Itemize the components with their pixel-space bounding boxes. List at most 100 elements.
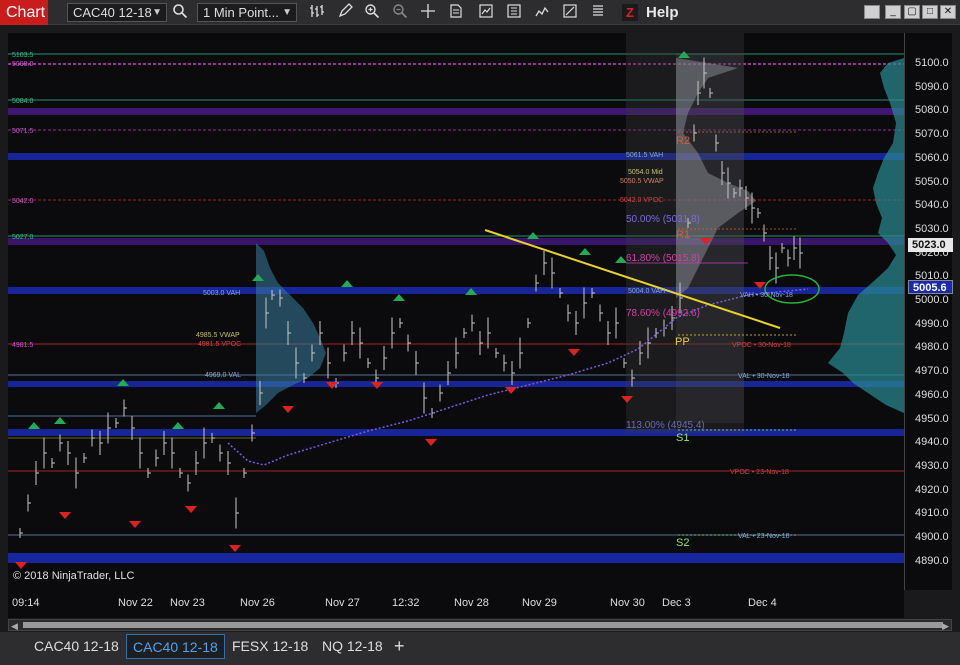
price-tick: 5050.0: [915, 175, 949, 188]
data-box-icon[interactable]: [504, 3, 524, 22]
screenshot-icon[interactable]: [560, 3, 580, 22]
swing-high-marker: [527, 232, 539, 239]
swing-high-marker: [213, 402, 225, 409]
time-tick: 09:14: [12, 597, 40, 609]
time-axis[interactable]: 09:14 Nov 22 Nov 23 Nov 26 Nov 27 12:32 Nov 28…: [8, 590, 904, 618]
time-tick: Nov 28: [454, 597, 489, 609]
zoom-out-icon[interactable]: [390, 3, 410, 22]
search-icon[interactable]: [170, 3, 190, 22]
zoom-in-icon[interactable]: [362, 3, 382, 22]
swing-high-marker: [54, 417, 66, 424]
swing-high-marker: [393, 294, 405, 301]
time-tick: 12:32: [392, 597, 420, 609]
pin-window-icon[interactable]: [864, 5, 880, 19]
swing-low-marker: [185, 506, 197, 513]
chevron-down-icon: ▼: [152, 7, 162, 18]
add-tab-button[interactable]: +: [388, 634, 411, 659]
label-val-23nov: VAL • 23-Nov-18: [738, 533, 790, 540]
price-tick: 4910.0: [915, 507, 949, 520]
band-4893: [8, 553, 904, 563]
last-price-tag: 5023.0: [908, 238, 953, 252]
pivot-s1: S1: [676, 432, 689, 444]
label-val-4969: 4969.0 VAL: [205, 372, 241, 379]
time-tick: Dec 4: [748, 597, 777, 609]
instrument-value: CAC40 12-18: [73, 5, 152, 20]
price-tick: 5090.0: [915, 80, 949, 93]
scroll-left-icon[interactable]: ◀: [11, 621, 18, 632]
minimize-icon[interactable]: _: [885, 5, 901, 19]
band-4945: [8, 429, 904, 436]
time-tick: Nov 23: [170, 597, 205, 609]
time-tick: Nov 26: [240, 597, 275, 609]
chart-scrollbar[interactable]: ◀ ▶: [8, 619, 952, 631]
fib-50: 50.00% (5031.8): [626, 214, 700, 225]
close-icon[interactable]: ✕: [940, 5, 956, 19]
draw-tool-icon[interactable]: [335, 3, 355, 22]
instrument-selector[interactable]: CAC40 12-18 ▼: [67, 3, 167, 22]
fib-786: 78.60% (4992.6): [626, 308, 700, 319]
tab-fesx[interactable]: FESX 12-18: [226, 634, 314, 659]
pivot-r1: R1: [676, 229, 690, 241]
price-tick: 4980.0: [915, 341, 949, 354]
maximize-icon[interactable]: □: [922, 5, 938, 19]
swing-low-marker: [59, 512, 71, 519]
price-tick: 4960.0: [915, 388, 949, 401]
marker-price-tag: 5005.6: [908, 280, 953, 294]
time-tick: Dec 3: [662, 597, 691, 609]
z-logo-icon[interactable]: Z: [622, 4, 638, 21]
help-menu[interactable]: Help: [646, 3, 679, 22]
scroll-right-icon[interactable]: ▶: [942, 621, 949, 632]
interval-value: 1 Min Point...: [203, 5, 279, 20]
label-vpoc-4981: 4981.5 VPOC: [198, 341, 241, 348]
chevron-down-icon: ▼: [282, 7, 292, 18]
label-4981: 4981.5: [12, 342, 34, 349]
properties-icon[interactable]: [446, 3, 466, 22]
time-tick: Nov 30: [610, 597, 645, 609]
price-tick: 5060.0: [915, 151, 949, 164]
price-tick: 5100.0: [915, 57, 949, 69]
label-vwap-5050: 5050.5 VWAP: [620, 178, 664, 185]
chart-tabs-bar: CAC40 12-18 CAC40 12-18 FESX 12-18 NQ 12…: [0, 632, 960, 665]
time-tick: Nov 29: [522, 597, 557, 609]
scroll-thumb[interactable]: [23, 622, 943, 628]
price-tick: 4890.0: [915, 554, 949, 567]
swing-high-marker: [579, 248, 591, 255]
tab-cac40-2[interactable]: CAC40 12-18: [126, 634, 225, 659]
label-5099: 5099.0: [12, 61, 34, 68]
price-tick: 4940.0: [915, 436, 949, 449]
price-tick: 5030.0: [915, 222, 949, 235]
band-4965: [8, 381, 904, 387]
time-tick: Nov 22: [118, 597, 153, 609]
label-5084: 5084.0: [12, 98, 34, 105]
price-tick: 4950.0: [915, 412, 949, 425]
strategies-icon[interactable]: [532, 3, 552, 22]
price-tick: 4990.0: [915, 317, 949, 330]
label-vah-5061: 5061.5 VAH: [626, 152, 663, 159]
price-tick: 4970.0: [915, 365, 949, 378]
indicators-icon[interactable]: [476, 3, 496, 22]
chart-trader-icon[interactable]: [588, 3, 608, 22]
tab-cac40-1[interactable]: CAC40 12-18: [28, 634, 125, 659]
pivot-s2: S2: [676, 537, 689, 549]
price-tick: 4930.0: [915, 459, 949, 472]
label-5071: 5071.5: [12, 128, 34, 135]
crosshair-icon[interactable]: [418, 3, 438, 22]
price-axis[interactable]: 5100.0 5090.0 5080.0 5070.0 5060.0 5050.0 5040…: [904, 33, 953, 590]
bar-type-icon[interactable]: [307, 3, 327, 22]
swing-low-marker: [229, 545, 241, 552]
price-chart-panel[interactable]: 5103.5 5099.0 5084.0 5071.5 5042.0 5027.…: [8, 33, 904, 590]
fib-618: 61.80% (5015.8): [626, 253, 700, 264]
swing-high-marker: [172, 422, 184, 429]
interval-selector[interactable]: 1 Min Point... ▼: [197, 3, 297, 22]
pivot-pp: PP: [675, 336, 690, 348]
swing-low-marker: [425, 439, 437, 446]
restore-icon[interactable]: ▢: [904, 5, 920, 19]
swing-low-marker: [129, 521, 141, 528]
label-vpoc-5042: 5042.0 VPOC: [620, 197, 663, 204]
chart-window-title: Chart: [0, 0, 48, 25]
label-val-30nov: VAL • 30-Nov-18: [738, 373, 790, 380]
band-5080: [8, 108, 904, 115]
label-vwap-4985: 4985.5 VWAP: [196, 332, 240, 339]
tab-nq[interactable]: NQ 12-18: [316, 634, 389, 659]
copyright-notice: © 2018 NinjaTrader, LLC: [13, 570, 135, 582]
